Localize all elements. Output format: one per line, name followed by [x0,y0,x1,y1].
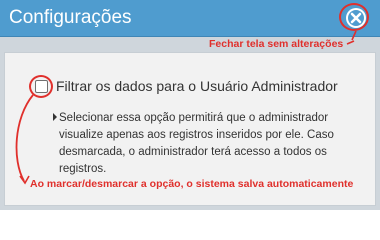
setting-description: Selecionar essa opção permitirá que o ad… [59,112,334,175]
close-annotation: Fechar tela sem alterações [209,38,344,50]
bullet-arrow-icon [53,113,57,121]
autosave-annotation: Ao marcar/desmarcar a opção, o sistema s… [30,178,354,190]
close-button[interactable] [345,7,367,29]
filter-admin-label[interactable]: Filtrar os dados para o Usuário Administ… [56,78,338,95]
dialog-title: Configurações [9,7,132,28]
filter-admin-checkbox[interactable] [35,80,48,93]
dialog-titlebar: Configurações [0,0,380,37]
close-icon [346,8,366,28]
settings-dialog: Configurações Fechar tela sem alterações… [0,0,380,210]
